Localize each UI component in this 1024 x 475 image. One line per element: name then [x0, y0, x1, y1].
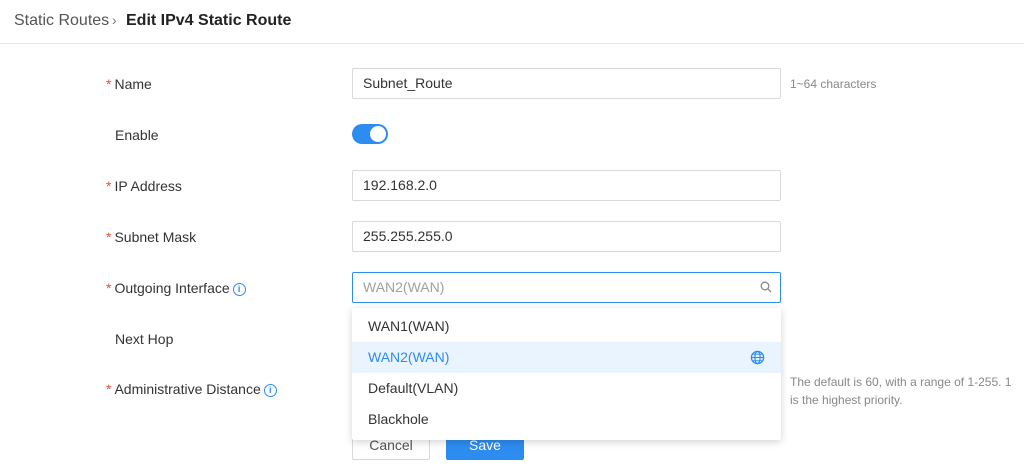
- page-header: Static Routes › Edit IPv4 Static Route: [0, 0, 1024, 44]
- outgoing-interface-select[interactable]: WAN2(WAN): [352, 272, 781, 303]
- name-label: * Name: [106, 76, 152, 92]
- enable-label: Enable: [115, 127, 159, 143]
- outgoing-interface-placeholder: WAN2(WAN): [363, 279, 445, 295]
- admin-distance-label: * Administrative Distance i: [106, 381, 277, 397]
- dropdown-option-wan1[interactable]: WAN1(WAN): [352, 311, 781, 342]
- dropdown-option-wan2[interactable]: WAN2(WAN): [352, 342, 781, 373]
- required-mark: *: [106, 76, 112, 92]
- name-hint: 1~64 characters: [790, 77, 877, 91]
- admin-distance-hint: The default is 60, with a range of 1-255…: [790, 375, 1012, 407]
- ip-address-field[interactable]: 192.168.2.0: [352, 170, 781, 201]
- dropdown-option-default-vlan[interactable]: Default(VLAN): [352, 373, 781, 404]
- subnet-mask-label: * Subnet Mask: [106, 229, 197, 245]
- outgoing-interface-label: * Outgoing Interface i: [106, 280, 246, 296]
- enable-toggle[interactable]: [352, 124, 388, 144]
- info-icon[interactable]: i: [232, 283, 246, 296]
- ip-address-label: * IP Address: [106, 178, 182, 194]
- breadcrumb-separator: ›: [112, 12, 117, 28]
- toggle-knob: [370, 126, 386, 142]
- subnet-mask-field[interactable]: 255.255.255.0: [352, 221, 781, 252]
- interface-dropdown-menu: WAN1(WAN) WAN2(WAN) Default(VLAN) Blackh…: [352, 308, 781, 440]
- globe-icon: [750, 350, 765, 365]
- dropdown-option-blackhole[interactable]: Blackhole: [352, 404, 781, 435]
- info-icon[interactable]: i: [263, 384, 277, 397]
- name-field[interactable]: Subnet_Route: [352, 68, 781, 99]
- breadcrumb-static-routes[interactable]: Static Routes: [14, 12, 109, 30]
- search-icon: [760, 281, 772, 293]
- page-title: Edit IPv4 Static Route: [126, 12, 292, 29]
- next-hop-label: Next Hop: [115, 331, 174, 347]
